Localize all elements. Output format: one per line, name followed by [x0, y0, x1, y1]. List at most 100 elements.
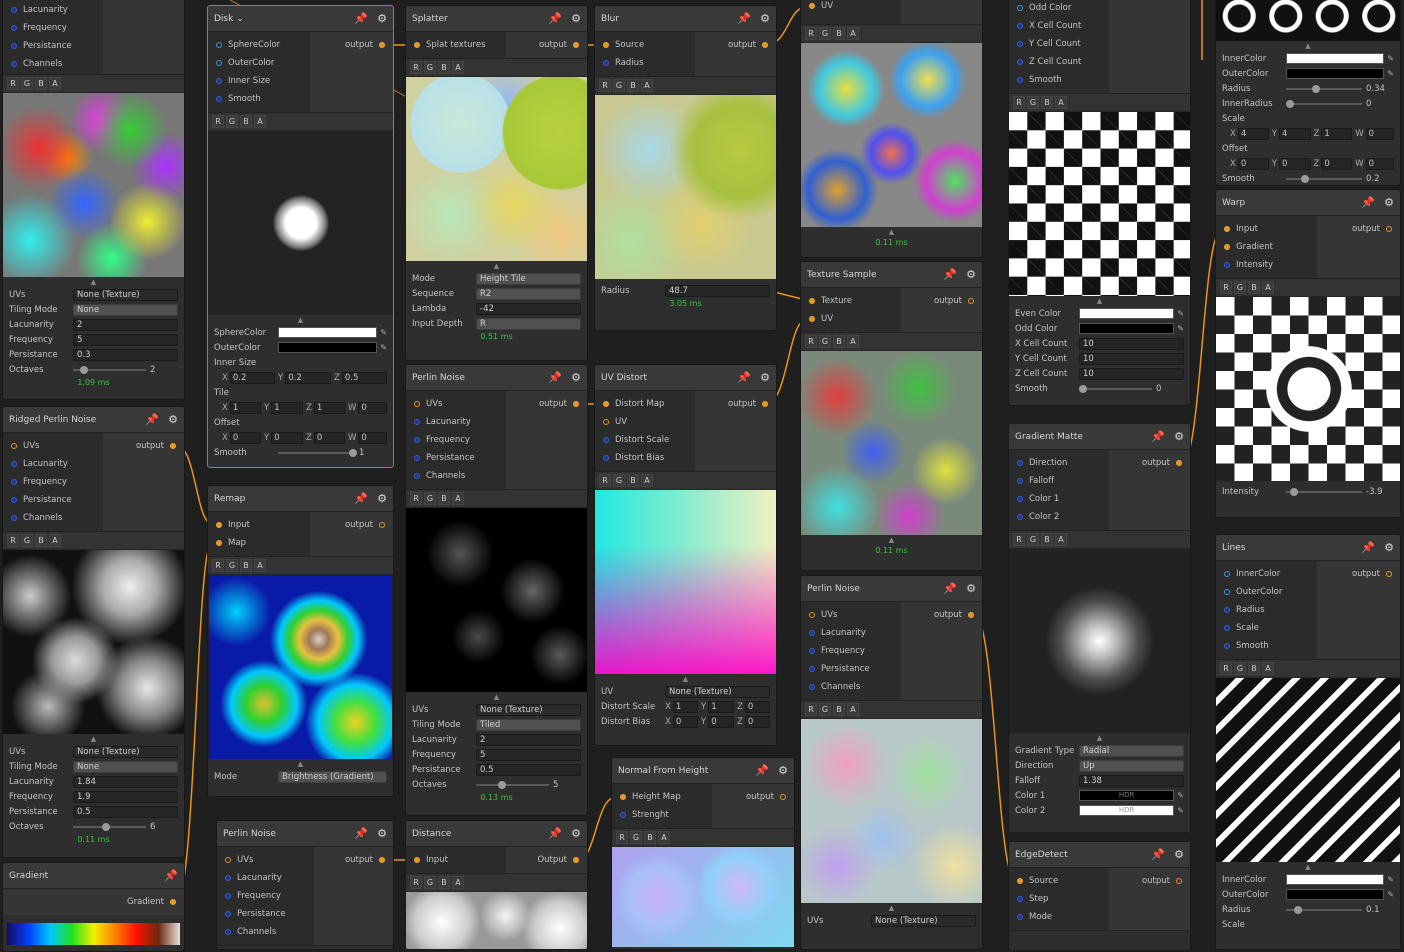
- channel-b-toggle[interactable]: B: [627, 474, 639, 487]
- channel-g-toggle[interactable]: G: [1234, 281, 1246, 294]
- port-color-1[interactable]: Color 1: [1009, 490, 1109, 508]
- port-source[interactable]: Source: [595, 36, 695, 54]
- port-lacunarity[interactable]: Lacunarity: [801, 624, 901, 642]
- channel-a-toggle[interactable]: A: [847, 335, 859, 348]
- blur-node[interactable]: Blur 📌 ⚙ Source Radius output RGBA Radius 4…: [594, 5, 777, 331]
- port-uvs[interactable]: UVs: [406, 395, 506, 413]
- slider-knob[interactable]: [1286, 99, 1294, 108]
- color-swatch[interactable]: [1079, 323, 1175, 334]
- slider-knob[interactable]: [80, 365, 89, 374]
- channel-b-toggle[interactable]: B: [1041, 96, 1053, 109]
- channel-b-toggle[interactable]: B: [1248, 662, 1260, 675]
- gear-icon[interactable]: ⚙: [168, 413, 178, 426]
- eyedropper-icon[interactable]: ✎: [1387, 875, 1394, 884]
- gradient-ramp[interactable]: [7, 923, 180, 945]
- collapse-arrow-icon[interactable]: ▲: [1009, 296, 1190, 306]
- channel-g-toggle[interactable]: G: [1027, 96, 1039, 109]
- port-output[interactable]: output: [712, 788, 794, 806]
- port-output[interactable]: output: [901, 292, 982, 310]
- channel-b-toggle[interactable]: B: [240, 115, 252, 128]
- port-lacunarity[interactable]: Lacunarity: [217, 869, 314, 887]
- color-swatch[interactable]: [1286, 53, 1385, 64]
- channel-r-toggle[interactable]: R: [599, 474, 611, 487]
- chevron-down-icon[interactable]: ⌄: [236, 14, 244, 24]
- eyedropper-icon[interactable]: ✎: [1177, 806, 1184, 815]
- port-uvs[interactable]: UVs: [3, 437, 103, 455]
- port-mode[interactable]: Mode: [1009, 908, 1109, 926]
- port-radius[interactable]: Radius: [1216, 601, 1317, 619]
- gear-icon[interactable]: ⚙: [571, 12, 581, 25]
- channel-a-toggle[interactable]: A: [49, 77, 61, 90]
- splatter-node[interactable]: Splatter 📌 ⚙ Splat textures output RGBA ▲ …: [405, 5, 588, 361]
- color-swatch[interactable]: [278, 342, 378, 353]
- pin-icon[interactable]: 📌: [145, 413, 159, 426]
- port-scale[interactable]: Scale: [1216, 619, 1317, 637]
- port-lacunarity[interactable]: Lacunarity: [3, 455, 103, 473]
- port-output[interactable]: output: [314, 851, 393, 869]
- eyedropper-icon[interactable]: ✎: [1387, 890, 1394, 899]
- port-smooth[interactable]: Smooth: [208, 90, 310, 108]
- channel-r-toggle[interactable]: R: [805, 27, 817, 40]
- port-channels[interactable]: Channels: [406, 467, 506, 485]
- channel-r-toggle[interactable]: R: [212, 115, 224, 128]
- port-uvs[interactable]: UVs: [217, 851, 314, 869]
- gradient-matte-node[interactable]: Gradient Matte 📌 ⚙ Direction Falloff Color…: [1008, 423, 1191, 833]
- port-output[interactable]: output: [310, 516, 393, 534]
- channel-r-toggle[interactable]: R: [7, 534, 19, 547]
- port-lacunarity[interactable]: Lacunarity: [406, 413, 506, 431]
- channel-g-toggle[interactable]: G: [613, 79, 625, 92]
- channel-a-toggle[interactable]: A: [641, 474, 653, 487]
- port-persistance[interactable]: Persistance: [406, 449, 506, 467]
- port-direction[interactable]: Direction: [1009, 454, 1109, 472]
- gear-icon[interactable]: ⚙: [377, 12, 387, 25]
- disk-node[interactable]: Disk ⌄ 📌 ⚙ SphereColor OuterColor Inner Si…: [207, 5, 394, 468]
- channel-g-toggle[interactable]: G: [1234, 662, 1246, 675]
- channel-a-toggle[interactable]: A: [452, 876, 464, 889]
- port-x-cell-count[interactable]: X Cell Count: [1009, 17, 1109, 35]
- port-output[interactable]: output: [695, 395, 776, 413]
- port-color-2[interactable]: Color 2: [1009, 508, 1109, 526]
- channel-b-toggle[interactable]: B: [833, 335, 845, 348]
- channel-r-toggle[interactable]: R: [805, 335, 817, 348]
- port-height-map[interactable]: Height Map: [612, 788, 712, 806]
- port-step[interactable]: Step: [1009, 890, 1109, 908]
- port-uv[interactable]: UV: [595, 413, 695, 431]
- channel-g-toggle[interactable]: G: [1027, 533, 1039, 546]
- collapse-arrow-icon[interactable]: ▲: [208, 315, 393, 325]
- channel-b-toggle[interactable]: B: [438, 61, 450, 74]
- channel-g-toggle[interactable]: G: [630, 831, 642, 844]
- eyedropper-icon[interactable]: ✎: [380, 328, 387, 337]
- channel-a-toggle[interactable]: A: [452, 61, 464, 74]
- collapse-arrow-icon[interactable]: ▲: [801, 535, 982, 545]
- gear-icon[interactable]: ⚙: [966, 268, 976, 281]
- port-intensity[interactable]: Intensity: [1216, 256, 1317, 274]
- pin-icon[interactable]: 📌: [354, 492, 368, 505]
- port-channels[interactable]: Channels: [217, 923, 314, 941]
- channel-g-toggle[interactable]: G: [424, 876, 436, 889]
- port-uvs[interactable]: UVs: [801, 606, 901, 624]
- channel-a-toggle[interactable]: A: [658, 831, 670, 844]
- eyedropper-icon[interactable]: ✎: [380, 343, 387, 352]
- gear-icon[interactable]: ⚙: [778, 764, 788, 777]
- channel-a-toggle[interactable]: A: [847, 703, 859, 716]
- channel-r-toggle[interactable]: R: [599, 79, 611, 92]
- channel-b-toggle[interactable]: B: [35, 534, 47, 547]
- gear-icon[interactable]: ⚙: [1384, 541, 1394, 554]
- gear-icon[interactable]: ⚙: [571, 371, 581, 384]
- port-output[interactable]: Output: [506, 851, 587, 869]
- perlin-noise-node-middle[interactable]: Perlin Noise 📌 ⚙ UVs Lacunarity Frequency …: [405, 364, 588, 816]
- port-uv[interactable]: UV: [801, 0, 901, 15]
- pin-icon[interactable]: 📌: [1151, 430, 1165, 443]
- checker-node[interactable]: Odd Color X Cell Count Y Cell Count Z Ce…: [1008, 0, 1191, 406]
- channel-g-toggle[interactable]: G: [21, 77, 33, 90]
- channel-g-toggle[interactable]: G: [424, 61, 436, 74]
- port-distort-scale[interactable]: Distort Scale: [595, 431, 695, 449]
- slider-knob[interactable]: [1301, 174, 1310, 183]
- channel-b-toggle[interactable]: B: [833, 703, 845, 716]
- slider-knob[interactable]: [1289, 487, 1298, 496]
- pin-icon[interactable]: 📌: [354, 827, 368, 840]
- collapse-arrow-icon[interactable]: ▲: [406, 692, 587, 702]
- channel-g-toggle[interactable]: G: [226, 115, 238, 128]
- pin-icon[interactable]: 📌: [354, 12, 368, 25]
- pin-icon[interactable]: 📌: [737, 12, 751, 25]
